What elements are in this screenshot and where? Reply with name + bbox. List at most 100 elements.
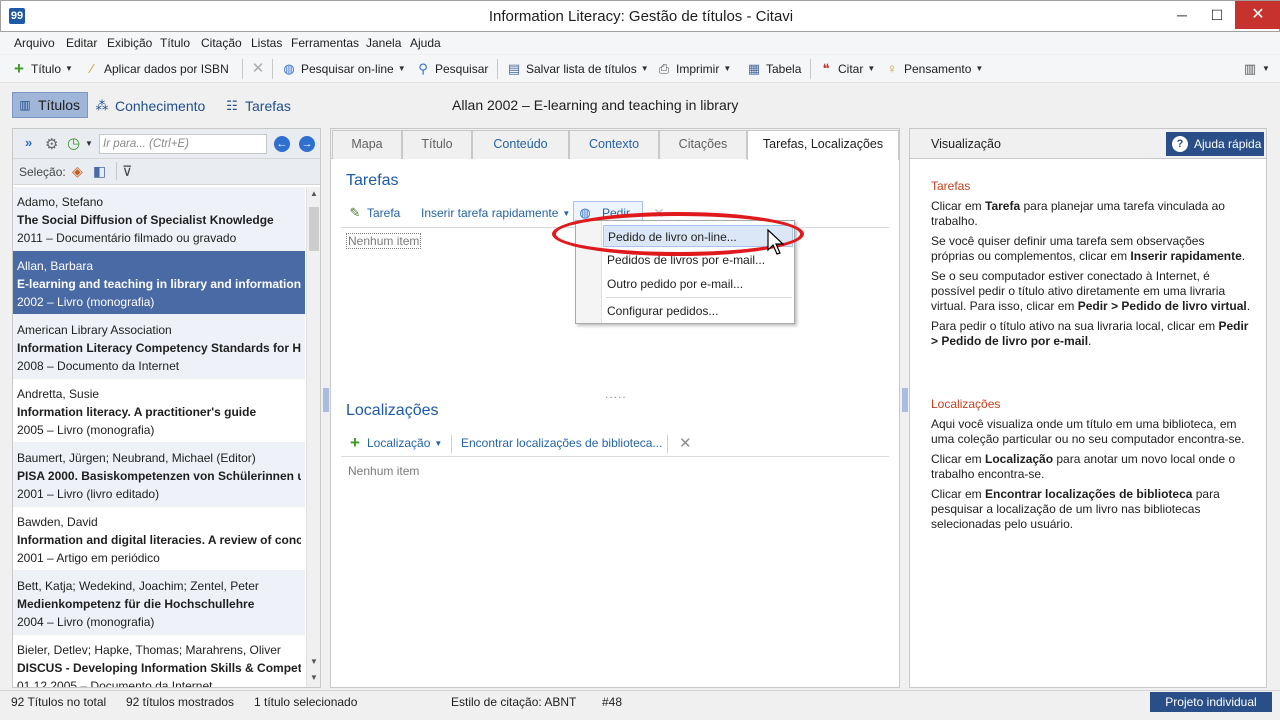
menu-janela[interactable]: Janela	[366, 32, 401, 54]
left-splitter-handle[interactable]	[323, 388, 329, 412]
title-list-item[interactable]: Bawden, David Information and digital li…	[13, 507, 305, 571]
scroll-up-icon[interactable]: ▲	[310, 189, 318, 198]
goto-search-input[interactable]: Ir para... (Ctrl+E)	[99, 134, 267, 154]
nav-tasks-button[interactable]: ☷ Tarefas	[224, 96, 291, 116]
nav-titulos-button[interactable]: ▥ Títulos	[12, 92, 88, 118]
title-bar: 99 Information Literacy: Gestão de títul…	[0, 0, 1280, 32]
menu-exibicao[interactable]: Exibição	[107, 32, 152, 54]
quick-help-button[interactable]: ? Ajuda rápida	[1166, 132, 1264, 156]
isbn-button[interactable]: ⁄ Aplicar dados por ISBN	[84, 58, 229, 80]
selection-tag-icon[interactable]: ◈	[72, 163, 83, 180]
cite-button[interactable]: ❝ Citar ▼	[818, 58, 876, 80]
minimize-button[interactable]: ─	[1165, 1, 1199, 29]
title-list-item[interactable]: American Library Association Information…	[13, 315, 305, 379]
status-bar: 92 Títulos no total 92 títulos mostrados…	[0, 690, 1280, 720]
scroll-end-icon[interactable]: ▼	[310, 673, 318, 682]
section-resize-grip[interactable]: .....	[605, 387, 627, 401]
quick-task-button[interactable]: Inserir tarefa rapidamente ▼	[421, 202, 570, 224]
title-list-item[interactable]: Andretta, Susie Information literacy. A …	[13, 379, 305, 443]
online-search-button[interactable]: ◍ Pesquisar on-line ▼	[281, 58, 406, 80]
help-locations-heading: Localizações	[931, 397, 1001, 411]
chevron-down-icon[interactable]: ▼	[723, 58, 731, 80]
chevron-down-icon[interactable]: ▼	[1262, 58, 1270, 80]
menu-listas[interactable]: Listas	[251, 32, 282, 54]
menu-item-configure-orders[interactable]: Configurar pedidos...	[603, 300, 793, 322]
layout-icon: ▥	[1243, 61, 1257, 76]
tab-contexto[interactable]: Contexto	[569, 130, 659, 159]
menu-citacao[interactable]: Citação	[201, 32, 242, 54]
scroll-down-icon[interactable]: ▼	[310, 657, 318, 666]
previous-arrow-icon[interactable]: ←	[274, 136, 290, 152]
chevron-down-icon[interactable]: ▼	[562, 209, 570, 218]
quick-help-label: Ajuda rápida	[1194, 137, 1262, 151]
title-list-item[interactable]: Bett, Katja; Wedekind, Joachim; Zentel, …	[13, 571, 305, 635]
delete-button[interactable]: ✕	[250, 58, 266, 80]
item-meta: 2001 – Artigo em periódico	[17, 551, 160, 565]
title-list-item[interactable]: Adamo, Stefano The Social Diffusion of S…	[13, 187, 305, 251]
delete-location-icon[interactable]: ✕	[679, 434, 692, 452]
menu-ajuda[interactable]: Ajuda	[410, 32, 441, 54]
print-button[interactable]: ⎙ Imprimir ▼	[656, 58, 731, 80]
globe-search-icon: ◍	[283, 61, 295, 76]
maximize-button[interactable]: ☐	[1200, 1, 1234, 29]
title-list-item-selected[interactable]: Allan, Barbara E-learning and teaching i…	[13, 251, 305, 315]
tab-mapa[interactable]: Mapa	[332, 130, 402, 159]
add-title-button[interactable]: + Título ▼	[11, 58, 73, 80]
chevron-down-icon[interactable]: ▼	[867, 58, 875, 80]
help-paragraph: Se o seu computador estiver conectado à …	[931, 269, 1251, 313]
save-list-label: Salvar lista de títulos	[526, 62, 637, 76]
chevron-down-icon[interactable]: ▼	[975, 58, 983, 80]
history-icon[interactable]: ◷	[67, 134, 80, 152]
add-location-button[interactable]: + Localização ▼	[347, 432, 442, 454]
search-button[interactable]: ⚲ Pesquisar	[415, 58, 488, 80]
scrollbar-thumb[interactable]	[309, 207, 319, 251]
chevron-down-icon[interactable]: ▼	[434, 439, 442, 448]
chevron-down-icon[interactable]: ▼	[398, 58, 406, 80]
chevron-down-icon[interactable]: ▼	[85, 139, 93, 148]
layout-button[interactable]: ▥ ▼	[1242, 58, 1270, 80]
menu-titulo[interactable]: Título	[160, 32, 190, 54]
thought-button[interactable]: ♀ Pensamento ▼	[884, 58, 983, 80]
item-author: Baumert, Jürgen; Neubrand, Michael (Edit…	[17, 451, 256, 465]
locations-divider-v	[667, 435, 668, 453]
status-citation-style[interactable]: Estilo de citação: ABNT	[451, 695, 576, 709]
title-list-item[interactable]: Baumert, Jürgen; Neubrand, Michael (Edit…	[13, 443, 305, 507]
help-paragraph: Clicar em Tarefa para planejar uma taref…	[931, 199, 1225, 228]
task-list-icon: ☷	[226, 98, 238, 113]
next-arrow-icon[interactable]: →	[299, 136, 315, 152]
tasks-empty-text: Nenhum item	[346, 233, 422, 249]
chevron-down-icon[interactable]: ▼	[641, 58, 649, 80]
editor-panel: Mapa Título Conteúdo Contexto Citações T…	[330, 128, 900, 688]
right-splitter-handle[interactable]	[902, 388, 908, 412]
locations-empty-text: Nenhum item	[348, 464, 420, 478]
item-author: Bawden, David	[17, 515, 98, 529]
find-library-button[interactable]: Encontrar localizações de biblioteca...	[461, 432, 662, 454]
project-type-badge[interactable]: Projeto individual	[1150, 692, 1272, 712]
item-author: Adamo, Stefano	[17, 195, 104, 209]
close-button[interactable]: ✕	[1235, 1, 1280, 29]
tab-conteudo[interactable]: Conteúdo	[472, 130, 569, 159]
collapse-icon[interactable]: »	[25, 135, 32, 150]
item-author: Andretta, Susie	[17, 387, 100, 401]
save-list-button[interactable]: ▤ Salvar lista de títulos ▼	[506, 58, 649, 80]
toolbar-divider	[810, 59, 811, 79]
table-button[interactable]: ▦ Tabela	[746, 58, 802, 80]
tab-titulo[interactable]: Título	[402, 130, 472, 159]
menu-item-other-email-order[interactable]: Outro pedido por e-mail...	[603, 273, 793, 295]
tab-citacoes[interactable]: Citações	[659, 130, 747, 159]
menu-ferramentas[interactable]: Ferramentas	[291, 32, 359, 54]
gear-icon[interactable]: ⚙	[45, 135, 58, 153]
preview-title: Visualização	[931, 137, 1001, 151]
nav-knowledge-button[interactable]: ⁂ Conhecimento	[94, 96, 206, 116]
menu-arquivo[interactable]: Arquivo	[14, 32, 55, 54]
list-scrollbar[interactable]: ▲ ▼ ▼	[306, 187, 320, 687]
item-title: DISCUS - Developing Information Skills &…	[17, 661, 301, 675]
filter-icon[interactable]: ⊽	[122, 163, 132, 180]
chevron-down-icon[interactable]: ▼	[65, 58, 73, 80]
title-list-item[interactable]: Bieler, Detlev; Hapke, Thomas; Marahrens…	[13, 635, 305, 687]
item-title: E-learning and teaching in library and i…	[17, 277, 301, 291]
add-task-button[interactable]: ✎ Tarefa	[347, 202, 401, 224]
menu-editar[interactable]: Editar	[66, 32, 97, 54]
tab-tarefas-localizacoes[interactable]: Tarefas, Localizações	[747, 130, 899, 160]
selection-list-icon[interactable]: ◧	[93, 163, 106, 180]
